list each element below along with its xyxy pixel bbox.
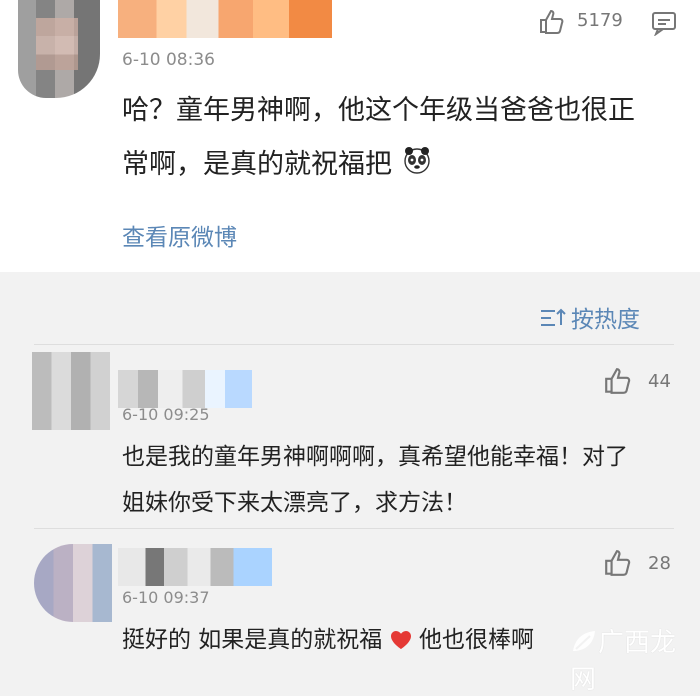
leaf-logo-icon xyxy=(573,631,595,651)
replies-section: 按热度 6-10 09:25 44 也是我的童年男神啊啊啊，真希望他能幸福！对了… xyxy=(0,272,700,665)
sort-button[interactable]: 按热度 xyxy=(539,300,640,334)
like-count: 44 xyxy=(648,371,671,392)
thumb-up-icon[interactable] xyxy=(603,548,633,578)
reply-line-2: 姐妹你受下来太漂亮了，求方法！ xyxy=(122,490,467,516)
like-count: 28 xyxy=(648,553,671,574)
heart-icon xyxy=(390,631,411,649)
watermark: 广西龙网 xyxy=(570,622,700,696)
divider xyxy=(34,528,674,529)
comment-icon[interactable] xyxy=(650,10,678,36)
comment-line-2-text: 常啊，是真的就祝福把 xyxy=(122,149,392,180)
reply-text-after-heart: 他也很棒啊 xyxy=(418,627,534,653)
avatar[interactable] xyxy=(34,544,112,622)
avatar[interactable] xyxy=(18,0,100,98)
like-count: 5179 xyxy=(577,10,623,31)
reply-timestamp: 6-10 09:25 xyxy=(122,405,210,424)
thumb-up-icon[interactable] xyxy=(538,8,566,36)
panda-emoji-icon xyxy=(403,147,430,174)
sort-icon xyxy=(541,308,566,326)
comment-line-1: 哈？童年男神啊，他这个年级当爸爸也很正 xyxy=(122,95,635,126)
avatar[interactable] xyxy=(32,352,110,430)
reply-timestamp: 6-10 09:37 xyxy=(122,588,210,607)
pixelated-username[interactable] xyxy=(118,548,272,586)
view-original-link[interactable]: 查看原微博 xyxy=(122,218,237,252)
pixelated-username[interactable] xyxy=(118,0,332,38)
divider xyxy=(34,344,674,345)
comment-content: 哈？童年男神啊，他这个年级当爸爸也很正 常啊，是真的就祝福把 xyxy=(122,84,667,192)
pixelated-username[interactable] xyxy=(118,370,252,408)
reply-text-before-heart: 挺好的 如果是真的就祝福 xyxy=(122,627,383,653)
sort-label: 按热度 xyxy=(571,307,640,333)
comment-timestamp: 6-10 08:36 xyxy=(122,50,215,70)
reply-line-1: 也是我的童年男神啊啊啊，真希望他能幸福！对了 xyxy=(122,444,628,470)
reply-content: 也是我的童年男神啊啊啊，真希望他能幸福！对了 姐妹你受下来太漂亮了，求方法！ xyxy=(122,434,682,526)
main-comment-card: 6-10 08:36 5179 哈？童年男神啊，他这个年级当爸爸也很正 常啊，是… xyxy=(0,0,700,272)
comment-line-2: 常啊，是真的就祝福把 xyxy=(122,138,667,192)
thumb-up-icon[interactable] xyxy=(603,366,633,396)
